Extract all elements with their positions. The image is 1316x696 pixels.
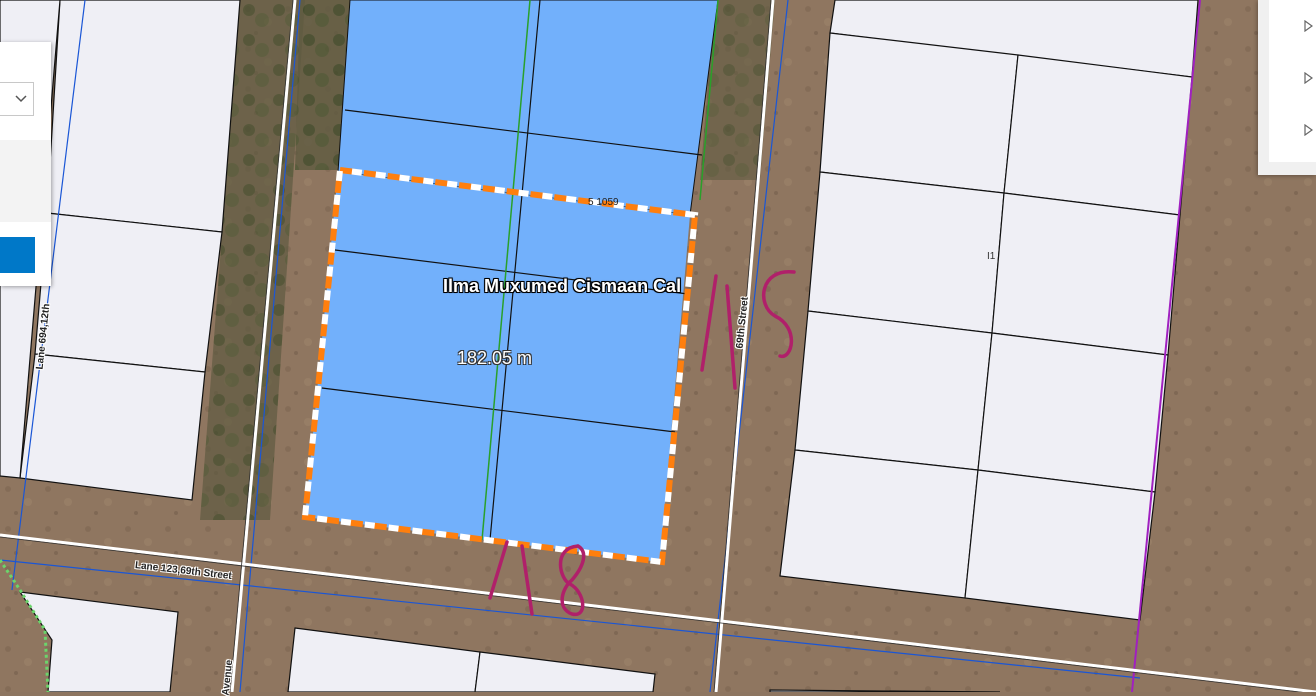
panel-action-button[interactable] xyxy=(0,237,35,273)
parcel-owner-label[interactable]: Ilma Muxumed Cismaan Cal xyxy=(443,276,681,297)
parcel-marker-label: I1 xyxy=(987,251,996,262)
parcel-number-label: 5 1059 xyxy=(588,197,619,208)
left-side-panel xyxy=(0,42,51,286)
chevron-down-icon xyxy=(15,92,27,106)
expand-arrow-icon[interactable] xyxy=(1304,123,1316,138)
layer-dropdown[interactable] xyxy=(0,82,34,116)
map-canvas[interactable] xyxy=(0,0,1316,692)
layer-list xyxy=(1269,0,1316,162)
expand-arrow-icon[interactable] xyxy=(1304,19,1316,34)
panel-section xyxy=(0,140,51,222)
right-side-panel xyxy=(1258,0,1316,175)
perimeter-measurement-label: 182.05 m xyxy=(457,348,533,368)
expand-arrow-icon[interactable] xyxy=(1304,71,1316,86)
